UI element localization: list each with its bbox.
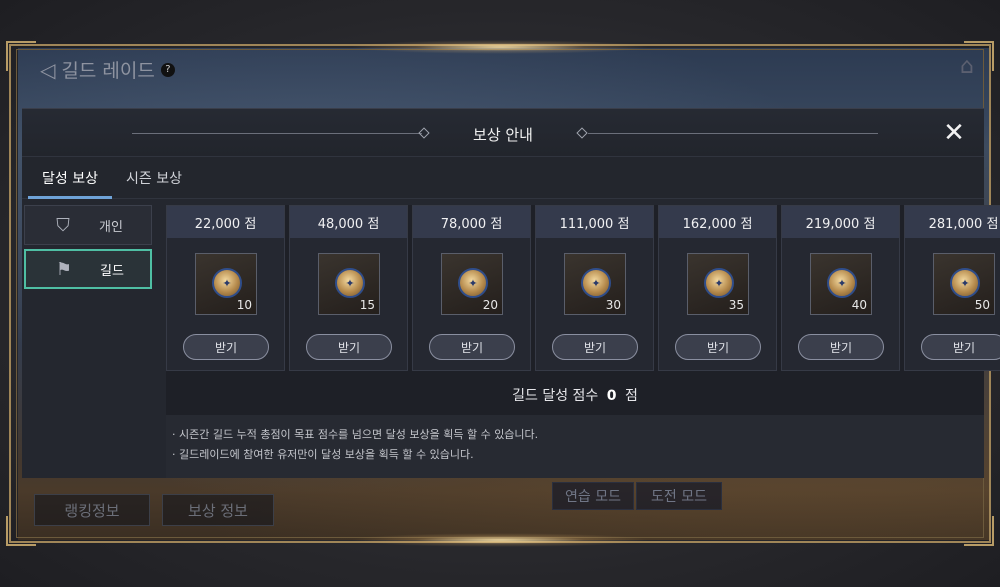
screen-title-text: 길드 레이드 [61, 60, 155, 82]
frame-corner [6, 516, 36, 546]
sidebar-item-label: 개인 [99, 219, 123, 235]
reward-info-tab[interactable]: 보상 정보 [162, 494, 274, 526]
reward-tabs: 달성 보상 시즌 보상 [22, 157, 984, 199]
guild-score-value: 0 [606, 388, 617, 404]
screen-title: ◁ 길드 레이드 ? [40, 56, 175, 83]
reward-quantity: 35 [728, 298, 744, 312]
reward-card: 162,000 점 ✦ 35 받기 [658, 205, 777, 371]
frame-corner [964, 516, 994, 546]
hooded-person-icon: ⛉ [56, 214, 70, 236]
header-divider-right [588, 133, 878, 134]
reward-quantity: 30 [605, 298, 621, 312]
reward-score: 219,000 점 [782, 206, 899, 238]
reward-score: 78,000 점 [413, 206, 530, 238]
reward-guide-modal: 보상 안내 ✕ 달성 보상 시즌 보상 ⛉ 개인 ⚑ 길드 22,000 점 ✦… [22, 108, 1000, 478]
guild-medal-icon: ✦ [335, 268, 365, 298]
reward-item-slot[interactable]: ✦ 30 [564, 253, 626, 315]
ranking-info-tab[interactable]: 랭킹정보 [34, 494, 150, 526]
reward-card: 48,000 점 ✦ 15 받기 [289, 205, 408, 371]
frame-corner [964, 41, 994, 71]
reward-quantity: 10 [236, 298, 252, 312]
reward-score: 281,000 점 [905, 206, 1000, 238]
reward-score: 111,000 점 [536, 206, 653, 238]
tab-season-reward[interactable]: 시즌 보상 [112, 168, 196, 198]
reward-card: 111,000 점 ✦ 30 받기 [535, 205, 654, 371]
reward-card: 281,000 점 ✦ 50 받기 [904, 205, 1000, 371]
guild-medal-icon: ✦ [581, 268, 611, 298]
reward-score: 22,000 점 [167, 206, 284, 238]
practice-mode-button[interactable]: 연습 모드 [552, 482, 634, 510]
reward-item-slot[interactable]: ✦ 20 [441, 253, 503, 315]
reward-item-slot[interactable]: ✦ 10 [195, 253, 257, 315]
reward-item-slot[interactable]: ✦ 15 [318, 253, 380, 315]
claim-button[interactable]: 받기 [306, 334, 392, 360]
reward-card: 22,000 점 ✦ 10 받기 [166, 205, 285, 371]
sidebar-item-label: 길드 [100, 263, 124, 279]
guild-score-label: 길드 달성 점수 [512, 388, 599, 404]
reward-item-slot[interactable]: ✦ 35 [687, 253, 749, 315]
reward-content: 22,000 점 ✦ 10 받기 48,000 점 ✦ 15 받기 78,000… [166, 205, 1000, 478]
frame-glow-top [350, 40, 650, 54]
tab-achievement-reward[interactable]: 달성 보상 [28, 168, 112, 199]
reward-quantity: 50 [974, 298, 990, 312]
reward-item-slot[interactable]: ✦ 50 [933, 253, 995, 315]
guild-medal-icon: ✦ [827, 268, 857, 298]
guild-medal-icon: ✦ [704, 268, 734, 298]
sidebar-item-guild[interactable]: ⚑ 길드 [24, 249, 152, 289]
reward-card: 219,000 점 ✦ 40 받기 [781, 205, 900, 371]
reward-quantity: 15 [359, 298, 375, 312]
guild-banner-icon: ⚑ [55, 258, 73, 280]
reward-quantity: 20 [482, 298, 498, 312]
reward-card: 78,000 점 ✦ 20 받기 [412, 205, 531, 371]
note-line: · 시즌간 길드 누적 총점이 목표 점수를 넘으면 달성 보상을 획득 할 수… [172, 428, 539, 441]
reward-item-slot[interactable]: ✦ 40 [810, 253, 872, 315]
claim-button[interactable]: 받기 [429, 334, 515, 360]
guild-score-unit: 점 [624, 388, 638, 404]
help-icon[interactable]: ? [160, 62, 175, 77]
modal-title: 보상 안내 [473, 126, 533, 144]
challenge-mode-button[interactable]: 도전 모드 [636, 482, 722, 510]
claim-button[interactable]: 받기 [675, 334, 761, 360]
claim-button[interactable]: 받기 [552, 334, 638, 360]
claim-button[interactable]: 받기 [921, 334, 1000, 360]
note-line: · 길드레이드에 참여한 유저만이 달성 보상을 획득 할 수 있습니다. [172, 448, 474, 461]
guild-score: 길드 달성 점수 0 점 [166, 385, 984, 405]
reward-score: 162,000 점 [659, 206, 776, 238]
guild-medal-icon: ✦ [950, 268, 980, 298]
guild-medal-icon: ✦ [212, 268, 242, 298]
frame-corner [6, 41, 36, 71]
frame-glow-bottom [350, 533, 650, 547]
sidebar-item-personal[interactable]: ⛉ 개인 [24, 205, 152, 245]
reward-notes: · 시즌간 길드 누적 총점이 목표 점수를 넘으면 달성 보상을 획득 할 수… [166, 415, 984, 478]
guild-medal-icon: ✦ [458, 268, 488, 298]
back-arrow-icon[interactable]: ◁ [40, 58, 55, 82]
claim-button[interactable]: 받기 [798, 334, 884, 360]
reward-category-sidebar: ⛉ 개인 ⚑ 길드 [24, 205, 156, 293]
reward-score: 48,000 점 [290, 206, 407, 238]
claim-button[interactable]: 받기 [183, 334, 269, 360]
reward-card-list: 22,000 점 ✦ 10 받기 48,000 점 ✦ 15 받기 78,000… [166, 205, 1000, 371]
modal-header: 보상 안내 ✕ [22, 109, 984, 157]
close-button[interactable]: ✕ [940, 119, 968, 147]
reward-quantity: 40 [851, 298, 867, 312]
